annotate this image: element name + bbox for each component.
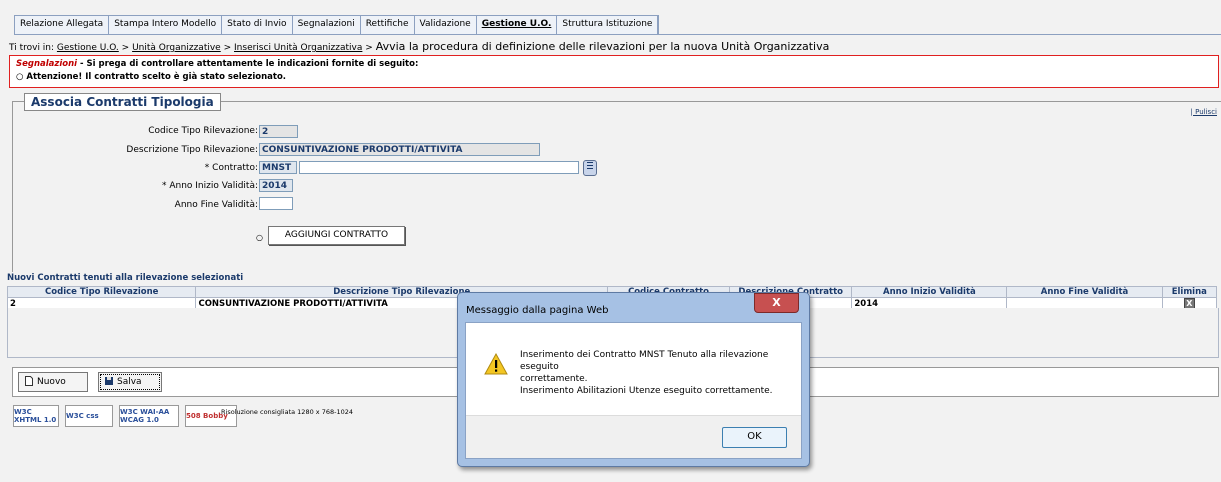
aggiungi-contratto-button[interactable]: AGGIUNGI CONTRATTO: [268, 226, 405, 245]
dialog-message: Inserimento dei Contratto MNST Tenuto al…: [520, 349, 801, 397]
dialog-message-line2: correttamente.: [520, 374, 588, 384]
dialog-body: Inserimento dei Contratto MNST Tenuto al…: [465, 322, 802, 459]
w3c-xhtml-badge[interactable]: W3C XHTML 1.0: [13, 405, 59, 427]
contratto-code-field[interactable]: MNST: [259, 161, 297, 174]
breadcrumb-current: Avvia la procedura di definizione delle …: [375, 40, 830, 53]
table-title: Nuovi Contratti tenuti alla rilevazione …: [7, 273, 244, 283]
tab-stato-di-invio[interactable]: Stato di Invio: [222, 16, 293, 34]
anno-fine-field[interactable]: [259, 197, 293, 210]
dialog-message-line1: Inserimento dei Contratto MNST Tenuto al…: [520, 350, 769, 372]
breadcrumb: Ti trovi in: Gestione U.O. > Unità Organ…: [9, 40, 829, 53]
tab-struttura-istituzione[interactable]: Struttura Istituzione: [557, 16, 659, 34]
w3c-css-badge[interactable]: W3C css: [65, 405, 113, 427]
contratto-lookup-button[interactable]: [583, 160, 597, 176]
tab-relazione-allegata[interactable]: Relazione Allegata: [15, 16, 110, 34]
breadcrumb-separator: >: [121, 43, 130, 53]
dialog-close-button[interactable]: X: [754, 293, 799, 313]
nav-divider: [14, 34, 1221, 35]
resolution-note: Risoluzione consigliata 1280 x 768-1024: [221, 408, 353, 416]
contratto-label: * Contratto:: [204, 163, 258, 173]
breadcrumb-gestione-uo[interactable]: Gestione U.O.: [57, 43, 119, 53]
breadcrumb-inserisci-uo[interactable]: Inserisci Unità Organizzativa: [234, 43, 362, 53]
alert-message: ○ Attenzione! Il contratto scelto è già …: [16, 72, 287, 82]
save-icon: [105, 377, 113, 385]
tab-stampa-intero-modello[interactable]: Stampa Intero Modello: [109, 16, 223, 34]
col-header: Codice Tipo Rilevazione: [6, 286, 197, 298]
nuovo-button[interactable]: Nuovo: [18, 372, 88, 392]
form-legend: Associa Contratti Tipologia: [24, 93, 221, 111]
tab-segnalazioni[interactable]: Segnalazioni: [293, 16, 361, 34]
anno-fine-label: Anno Fine Validità:: [174, 200, 258, 210]
warning-icon: [484, 353, 508, 375]
salva-label: Salva: [117, 377, 142, 387]
salva-button[interactable]: Salva: [98, 372, 162, 392]
alert-title: Segnalazioni: [16, 59, 78, 69]
breadcrumb-prefix: Ti trovi in:: [9, 43, 55, 53]
alert-box: Segnalazioni - Si prega di controllare a…: [9, 55, 1219, 88]
tab-gestione-uo[interactable]: Gestione U.O.: [477, 16, 558, 34]
nuovo-label: Nuovo: [37, 377, 66, 387]
dialog-title: Messaggio dalla pagina Web: [466, 305, 609, 316]
col-header: Elimina: [1161, 286, 1218, 298]
breadcrumb-unita-organizzative[interactable]: Unità Organizzative: [132, 43, 221, 53]
top-nav: Relazione Allegata Stampa Intero Modello…: [14, 15, 660, 35]
codice-label: Codice Tipo Rilevazione:: [148, 126, 258, 136]
compliance-badges: W3C XHTML 1.0 W3C css W3C WAI-AA WCAG 1.…: [13, 405, 237, 427]
breadcrumb-separator: >: [223, 43, 232, 53]
breadcrumb-separator: >: [365, 43, 373, 53]
dialog-message-line3: Inserimento Abilitazioni Utenze eseguito…: [520, 386, 773, 396]
col-header: Anno Inizio Validità: [851, 286, 1008, 298]
tab-rettifiche[interactable]: Rettifiche: [361, 16, 415, 34]
codice-field: 2: [259, 125, 298, 138]
anno-inizio-field[interactable]: 2014: [259, 179, 293, 192]
new-document-icon: [25, 376, 33, 386]
tab-validazione[interactable]: Validazione: [415, 16, 477, 34]
w3c-wai-badge[interactable]: W3C WAI-AA WCAG 1.0: [119, 405, 179, 427]
anno-inizio-label: * Anno Inizio Validità:: [161, 181, 258, 191]
list-icon: [587, 162, 593, 169]
message-dialog: Messaggio dalla pagina Web X Inserimento…: [457, 292, 810, 467]
bullet-icon: ○: [256, 233, 263, 242]
col-header: Anno Fine Validità: [1006, 286, 1163, 298]
descrizione-field: CONSUNTIVAZIONE PRODOTTI/ATTIVITA: [259, 143, 540, 156]
descrizione-label: Descrizione Tipo Rilevazione:: [126, 145, 258, 155]
contratto-description-field[interactable]: [299, 161, 579, 174]
ok-button[interactable]: OK: [722, 427, 787, 448]
dialog-footer: OK: [466, 415, 801, 458]
alert-header: Segnalazioni - Si prega di controllare a…: [16, 59, 418, 69]
pulisci-link[interactable]: | Pulisci: [1191, 108, 1217, 116]
alert-intro: - Si prega di controllare attentamente l…: [77, 59, 419, 69]
